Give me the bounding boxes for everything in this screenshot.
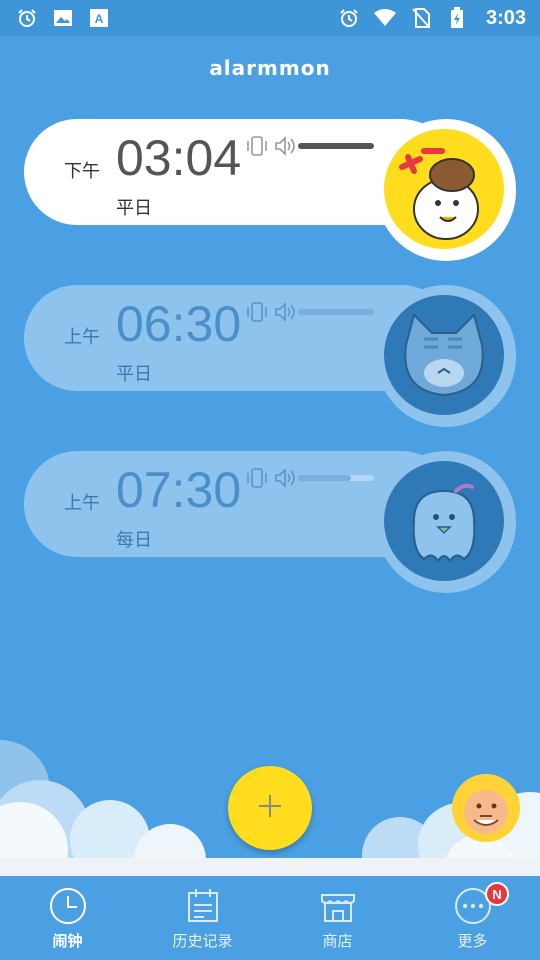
plus-icon xyxy=(257,793,283,823)
alarm-time: 03:04 xyxy=(116,130,242,186)
nav-more-label: 更多 xyxy=(457,932,488,950)
volume-icon[interactable] xyxy=(274,135,296,161)
volume-icon[interactable] xyxy=(274,301,296,327)
new-badge: N xyxy=(485,882,509,906)
bottom-nav: 闹钟 历史记录 商店 更多 N xyxy=(0,876,540,960)
alarm-days: 平日 xyxy=(116,198,152,219)
nav-more[interactable]: 更多 N xyxy=(405,876,540,960)
alarm-character-badge[interactable] xyxy=(376,285,516,427)
alarm-time: 07:30 xyxy=(116,462,242,518)
alarm-character-badge[interactable] xyxy=(376,451,516,593)
nav-store-label: 商店 xyxy=(322,932,353,950)
app-logo: alarmmon xyxy=(209,56,331,80)
status-bar: A 3:03 xyxy=(0,0,540,36)
status-time: 3:03 xyxy=(485,6,526,29)
cat-icon xyxy=(384,295,504,415)
add-alarm-button[interactable] xyxy=(228,766,312,850)
svg-text:A: A xyxy=(95,12,104,26)
alarm-card[interactable]: 上午 07:30 每日 xyxy=(24,451,516,593)
calendar-icon xyxy=(183,886,223,926)
alarm-ampm: 下午 xyxy=(64,161,100,182)
nav-store[interactable]: 商店 xyxy=(270,876,405,960)
alarm-ampm: 上午 xyxy=(64,327,100,348)
chick-icon xyxy=(384,461,504,581)
text-a-icon: A xyxy=(88,7,110,29)
vibrate-icon[interactable] xyxy=(246,301,268,327)
duck-detective-icon xyxy=(384,129,504,249)
nav-alarm-label: 闹钟 xyxy=(52,932,83,950)
vibrate-icon[interactable] xyxy=(246,135,268,161)
volume-fill xyxy=(298,309,374,315)
alarm-character-badge[interactable] xyxy=(376,119,516,261)
volume-icon[interactable] xyxy=(274,467,296,493)
volume-fill xyxy=(298,475,352,481)
clock-icon xyxy=(48,886,88,926)
volume-slider[interactable] xyxy=(298,143,374,149)
alarm-days: 每日 xyxy=(116,530,152,551)
alarm-card[interactable]: 下午 03:04 平日 xyxy=(24,119,516,261)
wifi-icon xyxy=(373,7,396,29)
alarm-clock-icon xyxy=(338,7,360,29)
battery-charging-icon xyxy=(446,7,468,29)
nav-history[interactable]: 历史记录 xyxy=(135,876,270,960)
nav-history-label: 历史记录 xyxy=(172,932,233,950)
volume-slider[interactable] xyxy=(298,475,374,481)
volume-slider[interactable] xyxy=(298,309,374,315)
alarm-clock-icon xyxy=(16,7,38,29)
no-sim-icon xyxy=(410,7,432,29)
vibrate-icon[interactable] xyxy=(246,467,268,493)
nav-alarm[interactable]: 闹钟 xyxy=(0,876,135,960)
volume-fill xyxy=(298,143,374,149)
lion-mascot-icon[interactable] xyxy=(444,770,524,850)
store-icon xyxy=(318,886,358,926)
alarm-days: 平日 xyxy=(116,364,152,385)
alarm-ampm: 上午 xyxy=(64,493,100,514)
image-icon xyxy=(52,7,74,29)
alarm-time: 06:30 xyxy=(116,296,242,352)
alarm-card[interactable]: 上午 06:30 平日 xyxy=(24,285,516,427)
